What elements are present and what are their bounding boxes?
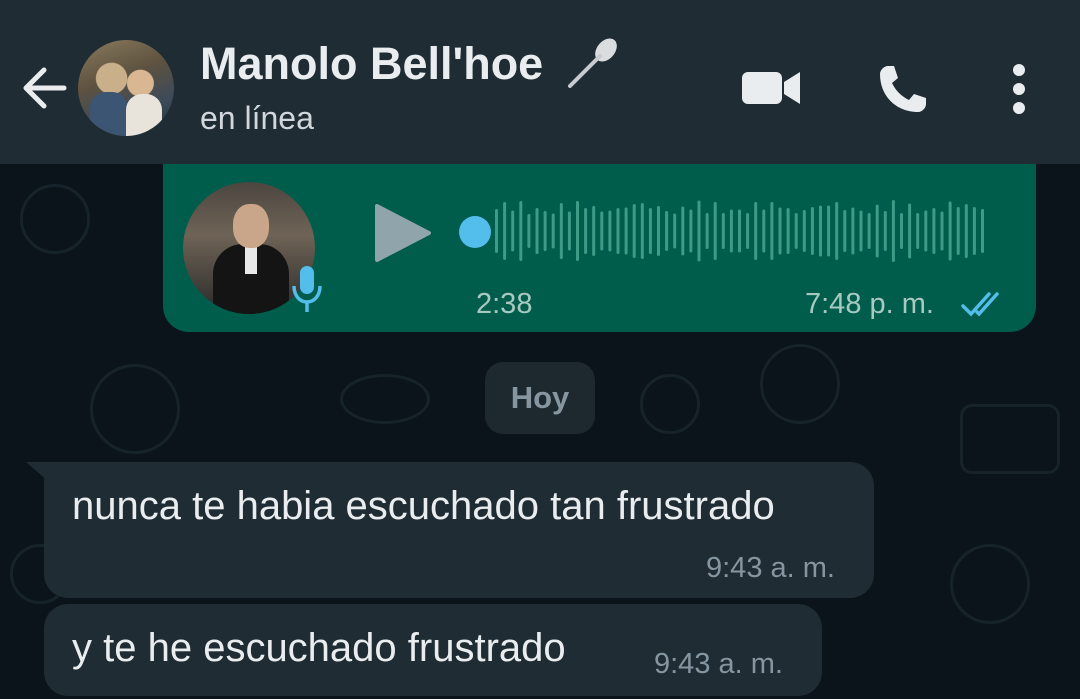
waveform-bar [924, 210, 928, 252]
chat-header: Manolo Bell'hoe en línea [0, 0, 1080, 164]
waveform-bar [948, 201, 952, 261]
waveform-bar [543, 211, 547, 251]
waveform-bar [786, 208, 790, 254]
waveform-bar [802, 210, 806, 252]
waveform-bar [908, 203, 912, 259]
video-call-button[interactable] [742, 68, 800, 108]
waveform-bar [495, 209, 498, 253]
waveform-bar [900, 213, 903, 249]
waveform-bar [746, 213, 750, 249]
waveform-bar [608, 210, 612, 252]
message-timestamp: 9:43 a. m. [706, 552, 835, 584]
contact-name[interactable]: Manolo Bell'hoe [200, 38, 543, 90]
waveform-bar [616, 208, 620, 254]
mic-icon [292, 266, 322, 312]
waveform-bar [875, 204, 879, 258]
waveform-bar [851, 207, 855, 255]
waveform-bar [762, 209, 766, 253]
play-button[interactable] [373, 202, 433, 264]
waveform-bar [681, 206, 685, 256]
waveform-bar [891, 200, 895, 262]
waveform-bar [794, 213, 798, 249]
waveform-bar [713, 202, 717, 260]
waveform-bar [778, 207, 782, 255]
waveform-bar [632, 204, 636, 258]
waveform-bar [738, 209, 741, 253]
waveform-bar [576, 201, 579, 261]
waveform-bar [689, 209, 693, 253]
arrow-back-icon [23, 67, 67, 109]
phone-icon [880, 66, 926, 112]
waveform-bar [519, 201, 523, 261]
playback-scrubber[interactable] [459, 216, 491, 248]
waveform-bar [835, 202, 839, 260]
more-options-button[interactable] [1004, 62, 1034, 116]
waveform-bar [551, 213, 555, 249]
double-check-icon [961, 292, 999, 317]
waveform-bar [665, 211, 669, 251]
waveform-bar [705, 213, 709, 249]
waveform-bar [511, 210, 515, 252]
waveform-bar [932, 208, 936, 254]
waveform-bar [600, 211, 604, 251]
message-text: y te he escuchado frustrado [72, 626, 566, 670]
waveform-bar [592, 206, 596, 256]
spoon-icon [568, 38, 617, 88]
contact-status: en línea [200, 100, 314, 136]
video-camera-icon [742, 72, 800, 104]
more-vert-icon [1013, 64, 1025, 114]
waveform-bar [819, 205, 822, 257]
waveform-bar [584, 208, 588, 254]
incoming-message[interactable]: nunca te habia escuchado tan frustrado 9… [44, 462, 874, 598]
waveform-bar [916, 213, 920, 249]
date-divider: Hoy [485, 362, 595, 434]
waveform-bar [503, 202, 507, 260]
message-timestamp: 9:43 a. m. [654, 648, 783, 680]
waveform-bar [559, 203, 563, 259]
waveform-bar [981, 209, 984, 253]
voice-message-bubble[interactable]: 2:38 7:48 p. m. [163, 164, 1036, 332]
waveform-bar [972, 207, 976, 255]
waveform-bar [883, 211, 887, 251]
play-icon [375, 204, 431, 262]
audio-waveform[interactable] [493, 194, 993, 268]
voice-duration: 2:38 [476, 288, 533, 320]
voice-call-button[interactable] [876, 62, 930, 116]
waveform-bar [657, 206, 660, 256]
waveform-bar [673, 213, 677, 249]
waveform-bar [640, 203, 644, 259]
waveform-bar [867, 213, 871, 249]
waveform-bar [964, 204, 968, 258]
waveform-bar [843, 210, 847, 252]
waveform-bar [859, 210, 863, 252]
waveform-bar [940, 211, 944, 251]
waveform-bar [810, 207, 814, 255]
contact-avatar[interactable] [78, 40, 174, 136]
waveform-bar [827, 205, 831, 257]
message-text: nunca te habia escuchado tan frustrado [72, 484, 775, 528]
waveform-bar [956, 207, 960, 255]
waveform-bar [535, 208, 539, 254]
back-button[interactable] [18, 62, 70, 114]
waveform-bar [721, 213, 725, 249]
waveform-bar [527, 214, 531, 248]
waveform-bar [567, 211, 571, 251]
waveform-bar [729, 209, 733, 253]
incoming-message[interactable]: y te he escuchado frustrado 9:43 a. m. [44, 604, 822, 696]
waveform-bar [648, 208, 652, 254]
waveform-bar [624, 207, 628, 255]
voice-timestamp: 7:48 p. m. [805, 288, 934, 320]
waveform-bar [697, 200, 701, 262]
waveform-bar [770, 202, 774, 260]
waveform-bar [754, 202, 758, 260]
